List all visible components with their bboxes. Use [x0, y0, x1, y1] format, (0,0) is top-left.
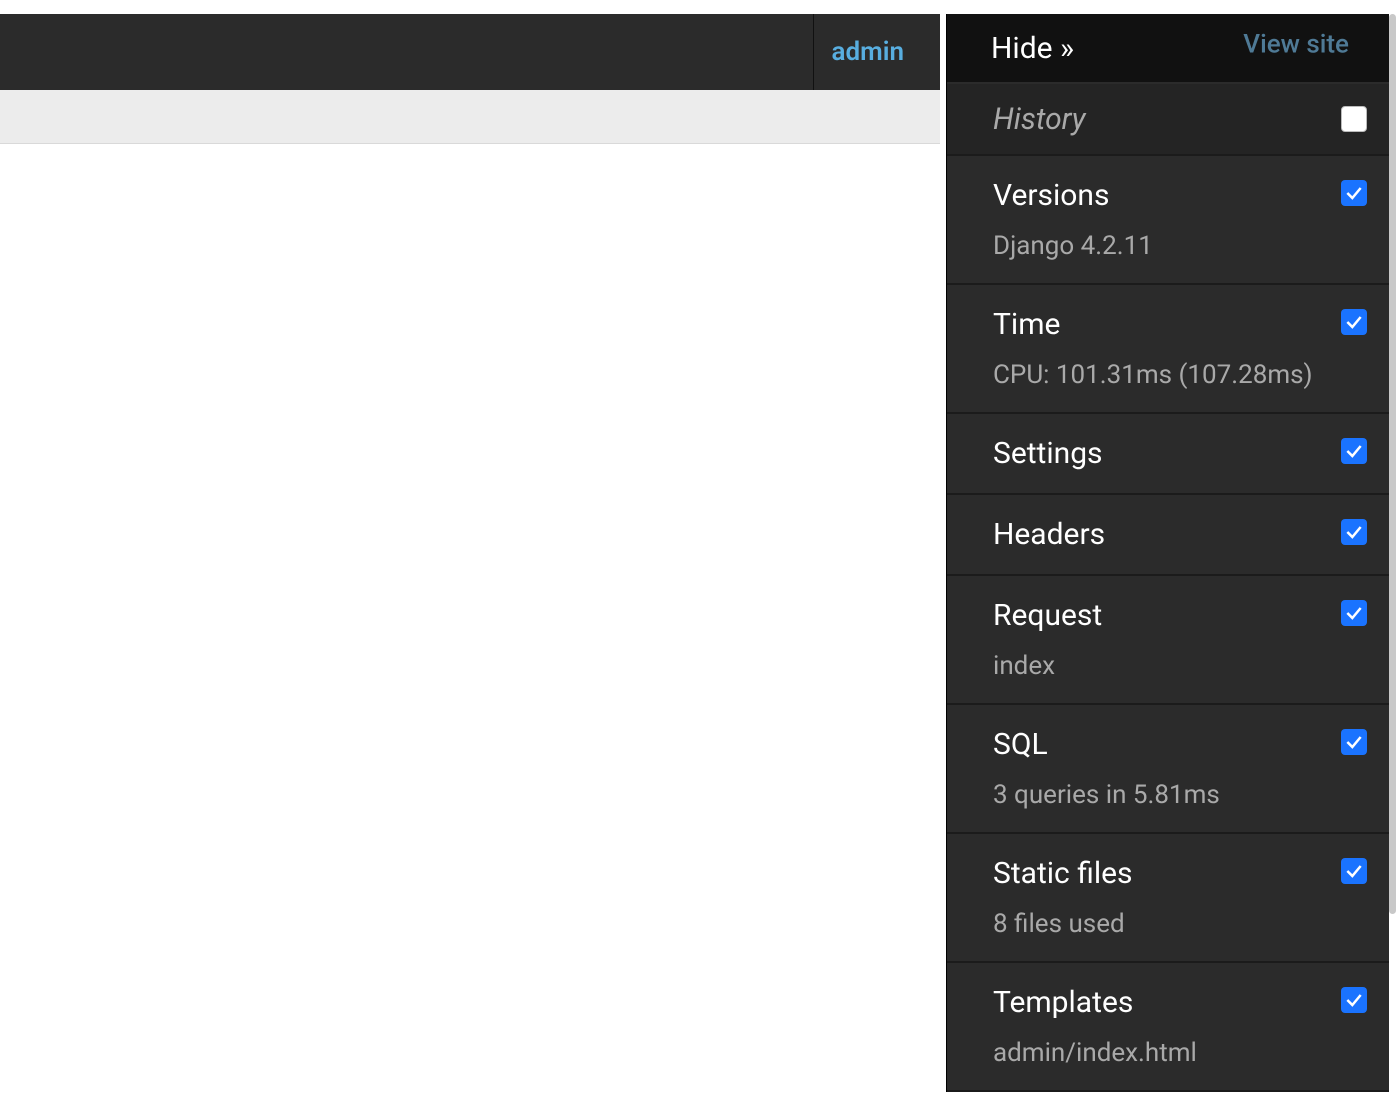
hide-label: Hide »: [991, 31, 1074, 66]
panel-title: Headers: [993, 517, 1367, 552]
check-icon: [1344, 312, 1364, 332]
view-site-link[interactable]: View site: [1243, 29, 1349, 59]
breadcrumb-band: [0, 90, 940, 144]
panel-subtitle: index: [993, 651, 1367, 681]
debug-panel-sql[interactable]: SQL 3 queries in 5.81ms: [947, 705, 1389, 834]
debug-panels-container: Versions Django 4.2.11 Time CPU: 101.31ms (…: [947, 156, 1389, 1092]
panel-title: Versions: [993, 178, 1367, 213]
debug-panel-headers[interactable]: Headers: [947, 495, 1389, 576]
debug-history-panel[interactable]: History: [947, 84, 1389, 156]
scrollbar[interactable]: [1389, 14, 1396, 914]
panel-subtitle: CPU: 101.31ms (107.28ms): [993, 360, 1367, 390]
check-icon: [1344, 522, 1364, 542]
debug-panel-templates[interactable]: Templates admin/index.html: [947, 963, 1389, 1092]
debug-panel-time[interactable]: Time CPU: 101.31ms (107.28ms): [947, 285, 1389, 414]
check-icon: [1344, 603, 1364, 623]
panel-checkbox[interactable]: [1341, 519, 1367, 545]
history-checkbox[interactable]: [1341, 106, 1367, 132]
panel-title: SQL: [993, 727, 1367, 762]
page-root: admin Hide » View site History Versions D…: [0, 0, 1396, 1098]
panel-checkbox[interactable]: [1341, 729, 1367, 755]
panel-subtitle: 8 files used: [993, 909, 1367, 939]
content-area: [0, 144, 940, 1098]
debug-panel-static-files[interactable]: Static files 8 files used: [947, 834, 1389, 963]
panel-subtitle: Django 4.2.11: [993, 231, 1367, 261]
panel-checkbox[interactable]: [1341, 180, 1367, 206]
check-icon: [1344, 861, 1364, 881]
debug-panel-versions[interactable]: Versions Django 4.2.11: [947, 156, 1389, 285]
panel-checkbox[interactable]: [1341, 600, 1367, 626]
header-divider: [813, 14, 814, 90]
check-icon: [1344, 732, 1364, 752]
panel-title: Templates: [993, 985, 1367, 1020]
history-label: History: [993, 102, 1086, 137]
panel-title: Request: [993, 598, 1367, 633]
admin-header: admin: [0, 14, 940, 90]
debug-panel-request[interactable]: Request index: [947, 576, 1389, 705]
panel-checkbox[interactable]: [1341, 987, 1367, 1013]
user-link[interactable]: admin: [832, 37, 940, 67]
panel-subtitle: admin/index.html: [993, 1038, 1367, 1068]
debug-panel-settings[interactable]: Settings: [947, 414, 1389, 495]
panel-checkbox[interactable]: [1341, 438, 1367, 464]
debug-hide-button[interactable]: Hide » View site: [947, 14, 1389, 84]
panel-checkbox[interactable]: [1341, 858, 1367, 884]
panel-title: Static files: [993, 856, 1367, 891]
panel-subtitle: 3 queries in 5.81ms: [993, 780, 1367, 810]
panel-checkbox[interactable]: [1341, 309, 1367, 335]
check-icon: [1344, 183, 1364, 203]
panel-title: Time: [993, 307, 1367, 342]
check-icon: [1344, 441, 1364, 461]
debug-toolbar: Hide » View site History Versions Django …: [946, 14, 1389, 1092]
check-icon: [1344, 990, 1364, 1010]
panel-title: Settings: [993, 436, 1367, 471]
